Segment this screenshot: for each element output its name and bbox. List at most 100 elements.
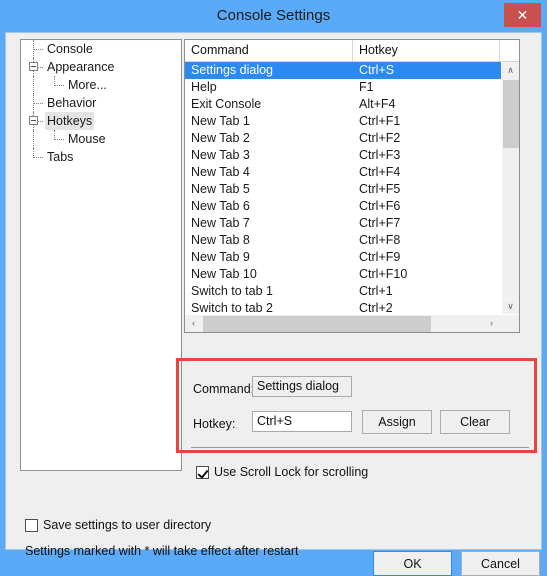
scroll-down-icon[interactable]: ∨ [502,298,519,315]
list-item[interactable]: Switch to tab 1 Ctrl+1 [185,283,501,300]
list-item-command: New Tab 5 [191,182,250,196]
list-item-command: New Tab 1 [191,114,250,128]
tree-item-label: Tabs [47,150,74,164]
list-item[interactable]: New Tab 10 Ctrl+F10 [185,266,501,283]
tree-item-label: Behavior [47,96,97,110]
command-label: Command: [193,382,255,396]
hotkey-input[interactable]: Ctrl+S [252,411,352,432]
settings-tree[interactable]: Console Appearance More... Behavior Hotkeys M… [20,39,182,471]
list-item[interactable]: New Tab 7 Ctrl+F7 [185,215,501,232]
vertical-scroll-thumb[interactable] [503,80,519,148]
clear-button[interactable]: Clear [440,410,510,434]
tree-item-label: Mouse [68,132,106,146]
hotkey-edit-form: Command: Settings dialog Hotkey: Ctrl+S … [184,365,529,445]
list-item-command: New Tab 9 [191,250,250,264]
tree-item-label: Hotkeys [45,112,95,130]
list-item[interactable]: New Tab 2 Ctrl+F2 [185,130,501,147]
list-item-hotkey: Ctrl+2 [359,301,393,315]
form-separator [191,447,529,448]
title-bar: Console Settings ✕ [0,0,547,32]
list-item[interactable]: Help F1 [185,79,501,96]
tree-expander-icon[interactable] [29,62,38,71]
list-item-command: Settings dialog [191,63,274,77]
list-item[interactable]: New Tab 1 Ctrl+F1 [185,113,501,130]
tree-item-appearance[interactable]: Appearance [21,58,181,76]
tree-expander-icon[interactable] [29,116,38,125]
list-item[interactable]: New Tab 6 Ctrl+F6 [185,198,501,215]
list-item[interactable]: New Tab 9 Ctrl+F9 [185,249,501,266]
list-item[interactable]: New Tab 3 Ctrl+F3 [185,147,501,164]
tree-item-behavior[interactable]: Behavior [21,94,181,112]
console-settings-dialog: Console Settings ✕ Console Appearance More… [0,0,547,576]
checkbox-unchecked-icon [25,519,38,532]
tree-item-label: Appearance [47,60,115,74]
list-item-command: Switch to tab 2 [191,301,273,315]
tree-item-more[interactable]: More... [21,76,181,94]
list-item-command: New Tab 7 [191,216,250,230]
list-item-command: New Tab 3 [191,148,250,162]
scrollbar-corner [501,315,519,332]
list-item-hotkey: Ctrl+F9 [359,250,401,264]
tree-item-hotkeys[interactable]: Hotkeys [21,112,181,130]
list-item[interactable]: New Tab 8 Ctrl+F8 [185,232,501,249]
column-header-hotkey[interactable]: Hotkey [353,40,500,61]
cancel-button[interactable]: Cancel [461,551,540,576]
close-button[interactable]: ✕ [504,3,541,27]
tree-item-label: Console [47,42,93,56]
list-item-hotkey: Ctrl+F6 [359,199,401,213]
list-item-command: New Tab 4 [191,165,250,179]
save-settings-label: Save settings to user directory [43,518,212,532]
tree-connector-line [33,94,43,104]
column-header-command[interactable]: Command [185,40,353,61]
tree-connector-line [54,130,64,140]
tree-item-console[interactable]: Console [21,40,181,58]
list-item-hotkey: F1 [359,80,374,94]
list-item-hotkey: Ctrl+F8 [359,233,401,247]
list-vertical-scrollbar[interactable]: ∧ ∨ [501,62,519,315]
list-item-hotkey: Ctrl+F10 [359,267,408,281]
list-item[interactable]: Exit Console Alt+F4 [185,96,501,113]
tree-item-tabs[interactable]: Tabs [21,148,181,166]
hotkey-label: Hotkey: [193,417,236,431]
assign-button[interactable]: Assign [362,410,432,434]
list-item-command: New Tab 2 [191,131,250,145]
command-field[interactable]: Settings dialog [252,376,352,397]
hotkey-list-rows: Settings dialog Ctrl+S Help F1 Exit Console A… [185,62,501,315]
list-horizontal-scrollbar[interactable]: ‹ › [185,314,519,332]
tree-item-label: More... [68,78,107,92]
list-item-hotkey: Ctrl+F3 [359,148,401,162]
tree-connector-line [54,76,64,86]
scroll-left-icon[interactable]: ‹ [185,315,202,332]
dialog-client-area: Console Appearance More... Behavior Hotkeys M… [5,32,542,576]
list-item-hotkey: Ctrl+F7 [359,216,401,230]
list-item-hotkey: Ctrl+F5 [359,182,401,196]
list-item-hotkey: Ctrl+F1 [359,114,401,128]
list-item-command: Exit Console [191,97,262,111]
tree-trunk-line [33,130,34,148]
list-item-hotkey: Ctrl+F2 [359,131,401,145]
tree-trunk-line [33,76,34,94]
hotkey-list[interactable]: Command Hotkey Settings dialog Ctrl+S Help… [184,39,520,333]
list-item[interactable]: Switch to tab 2 Ctrl+2 [185,300,501,315]
window-title: Console Settings [216,7,331,24]
tree-item-mouse[interactable]: Mouse [21,130,181,148]
ok-button[interactable]: OK [373,551,452,576]
checkbox-checked-icon [196,466,209,479]
list-item-hotkey: Alt+F4 [359,97,396,111]
list-item[interactable]: Settings dialog Ctrl+S [185,62,501,79]
list-item[interactable]: New Tab 4 Ctrl+F4 [185,164,501,181]
tree-connector-line [33,40,43,50]
list-item-hotkey: Ctrl+1 [359,284,393,298]
scroll-up-icon[interactable]: ∧ [502,62,519,79]
horizontal-scroll-thumb[interactable] [203,316,431,332]
close-icon: ✕ [516,7,529,23]
restart-note: Settings marked with * will take effect … [25,544,299,558]
use-scroll-lock-label: Use Scroll Lock for scrolling [214,465,369,479]
tree-connector-line [33,148,43,158]
list-item-command: New Tab 8 [191,233,250,247]
list-item-hotkey: Ctrl+S [359,63,395,77]
list-item-command: New Tab 10 [191,267,257,281]
scroll-right-icon[interactable]: › [483,315,500,332]
list-item[interactable]: New Tab 5 Ctrl+F5 [185,181,501,198]
list-item-hotkey: Ctrl+F4 [359,165,401,179]
